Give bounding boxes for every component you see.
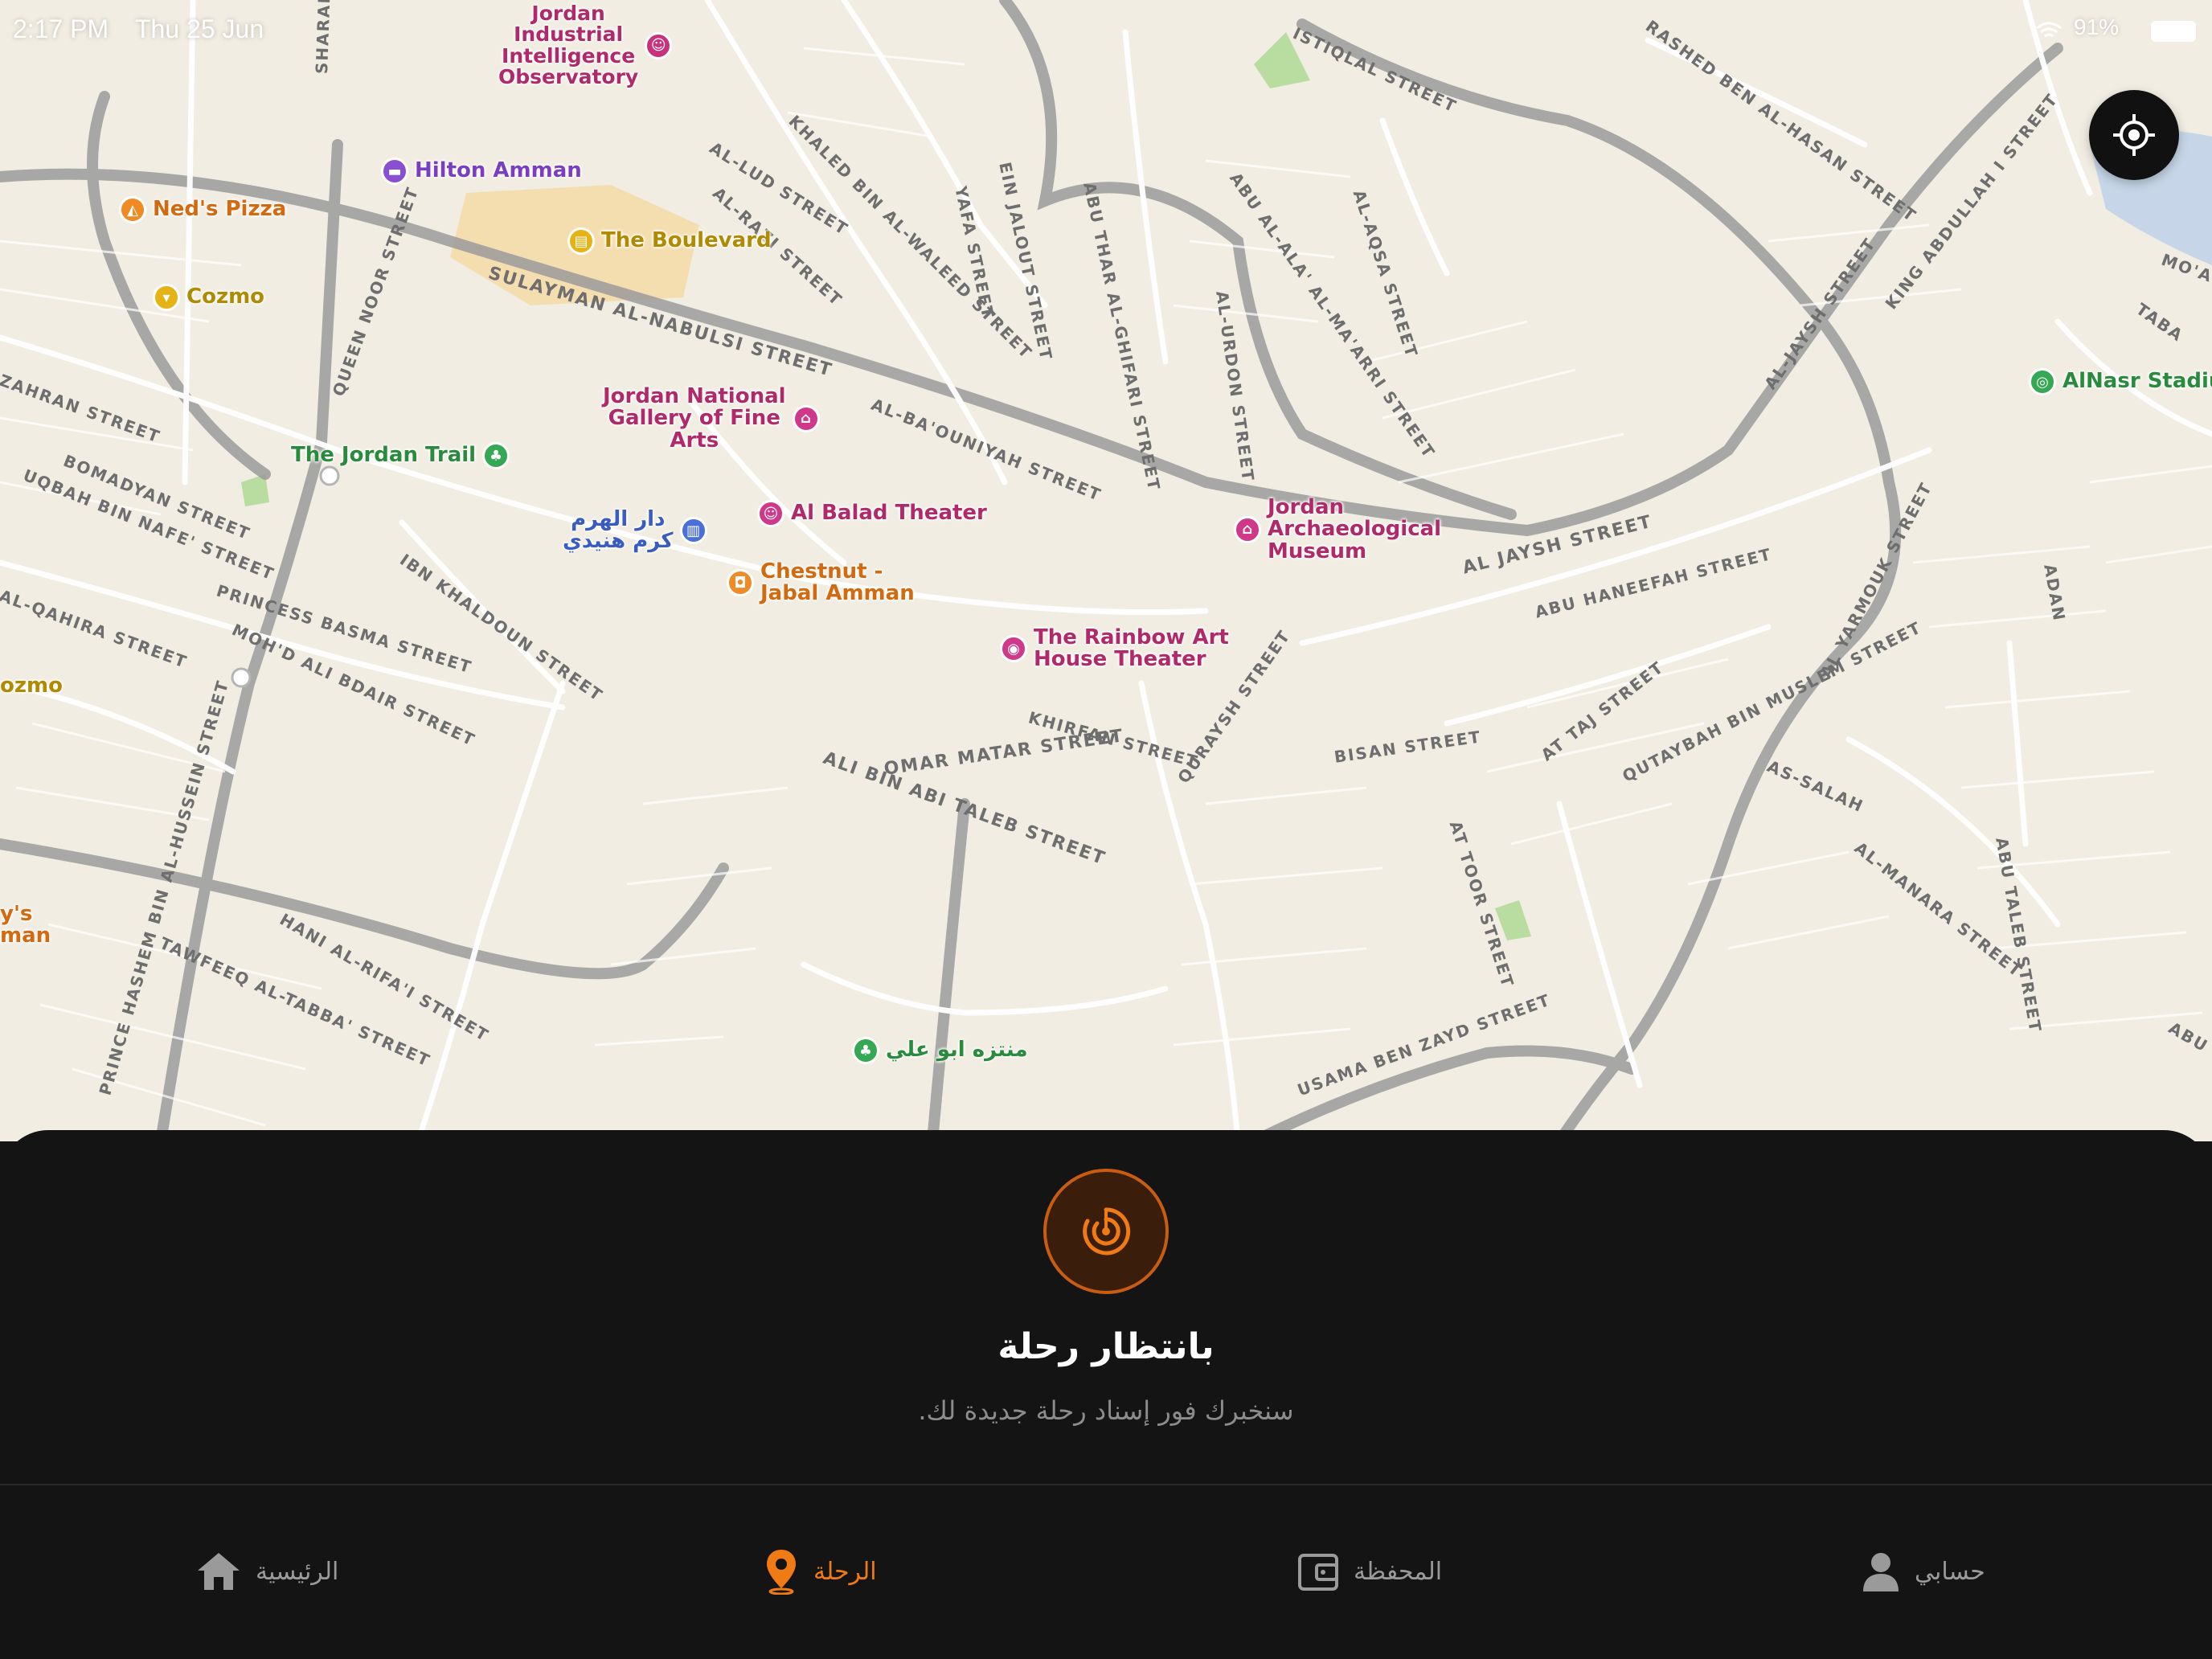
theater-icon: ☺	[757, 500, 784, 527]
tab-label: المحفظة	[1354, 1557, 1443, 1586]
tree-icon: ♣	[852, 1037, 879, 1064]
poi-label: Ned's Pizza	[153, 197, 287, 222]
status-battery-text: 91%	[2074, 14, 2120, 39]
poi-label: Jordan Industrial Intelligence Observato…	[498, 2, 639, 88]
status-date: Thu 25 Jun	[135, 14, 264, 43]
wallet-icon	[1298, 1554, 1338, 1591]
poi-dar-alharam[interactable]: دار الهرم كرم هنيدي ▥	[563, 507, 707, 554]
poi-label: Hilton Amman	[415, 158, 582, 183]
radar-icon	[1083, 1207, 1131, 1256]
poi-label: ozmo	[0, 674, 63, 698]
poi-label: دار الهرم كرم هنيدي	[563, 507, 674, 554]
poi-national-gallery[interactable]: Jordan National Gallery of Fine Arts ⌂	[603, 384, 820, 453]
museum-icon: ⌂	[1234, 515, 1261, 543]
poi-abu-ali-park[interactable]: ♣ منتزه ابو علي	[852, 1037, 1028, 1064]
waiting-subtitle: سنخبرك فور إسناد رحلة جديدة لك.	[918, 1395, 1294, 1426]
poi-label: منتزه ابو علي	[886, 1038, 1028, 1063]
poi-cozmo-edge[interactable]: ozmo	[0, 674, 63, 698]
poi-cozmo[interactable]: ▾ Cozmo	[153, 284, 264, 311]
poi-archaeological-museum[interactable]: ⌂ Jordan Archaeological Museum	[1234, 495, 1442, 563]
user-icon	[1863, 1553, 1899, 1591]
poi-neds-pizza[interactable]: ◭ Ned's Pizza	[119, 196, 286, 223]
battery-icon	[2151, 21, 2196, 42]
wifi-icon	[2035, 21, 2062, 40]
tab-label: الرحلة	[813, 1557, 877, 1586]
radar-icon-container	[1043, 1169, 1169, 1294]
tab-wallet[interactable]: المحفظة	[1297, 1543, 1442, 1600]
shopping-icon: ▤	[567, 227, 595, 255]
waiting-title: بانتظار رحلة	[997, 1326, 1215, 1367]
tab-label: الرئيسية	[256, 1557, 339, 1586]
locate-me-button[interactable]	[2089, 90, 2179, 180]
tab-bar: الرئيسية الرحلة المحفظة حسابي	[0, 1485, 2212, 1659]
hotel-icon: ▬	[381, 158, 408, 185]
poi-al-balad-theater[interactable]: ☺ Al Balad Theater	[757, 500, 987, 527]
status-time: 2:17 PM	[13, 14, 109, 43]
tab-trip[interactable]: الرحلة	[764, 1543, 877, 1600]
locate-icon	[2113, 114, 2155, 156]
cafe-icon: ◘	[727, 569, 754, 597]
tab-home[interactable]: الرئيسية	[196, 1543, 338, 1600]
poi-label: Al Balad Theater	[791, 501, 987, 526]
poi-edge-restaurant[interactable]: y's man	[0, 903, 51, 948]
theater-icon: ☺	[645, 31, 673, 59]
map-view[interactable]: 2:17 PM Thu 25 Jun 91% ISTIQLAL STREET R…	[0, 0, 2212, 1141]
poi-hilton[interactable]: ▬ Hilton Amman	[381, 158, 582, 185]
pizza-icon: ◭	[119, 196, 146, 223]
poi-jordan-trail[interactable]: The Jordan Trail ♣	[291, 442, 510, 469]
poi-label: Jordan National Gallery of Fine Arts	[603, 384, 786, 453]
location-pin-icon	[767, 1550, 796, 1595]
poi-label: AlNasr Stadium	[2062, 369, 2212, 394]
tab-account[interactable]: حسابي	[1862, 1543, 1985, 1600]
tab-label: حسابي	[1915, 1557, 1985, 1586]
stadium-icon: ◎	[2029, 368, 2056, 395]
poi-chestnut[interactable]: ◘ Chestnut - Jabal Amman	[727, 559, 915, 606]
poi-alnasr-stadium[interactable]: ◎ AlNasr Stadium	[2029, 368, 2212, 395]
poi-label: The Rainbow Art House Theater	[1034, 625, 1229, 672]
building-icon: ▥	[679, 517, 707, 545]
poi-label: y's man	[0, 902, 51, 948]
poi-label: The Boulevard	[601, 228, 772, 253]
tree-icon: ♣	[482, 442, 510, 469]
museum-icon: ⌂	[792, 404, 820, 432]
poi-label: Jordan Archaeological Museum	[1268, 495, 1442, 563]
poi-label: Cozmo	[186, 285, 265, 309]
home-icon	[198, 1553, 240, 1590]
poi-observatory[interactable]: Jordan Industrial Intelligence Observato…	[498, 2, 673, 88]
cinema-icon: ◉	[1000, 635, 1027, 663]
poi-rainbow-art-house[interactable]: ◉ The Rainbow Art House Theater	[1000, 625, 1229, 672]
poi-label: Chestnut - Jabal Amman	[760, 559, 915, 606]
poi-label: The Jordan Trail	[291, 443, 477, 468]
cart-icon: ▾	[153, 284, 180, 311]
poi-boulevard[interactable]: ▤ The Boulevard	[567, 227, 772, 255]
